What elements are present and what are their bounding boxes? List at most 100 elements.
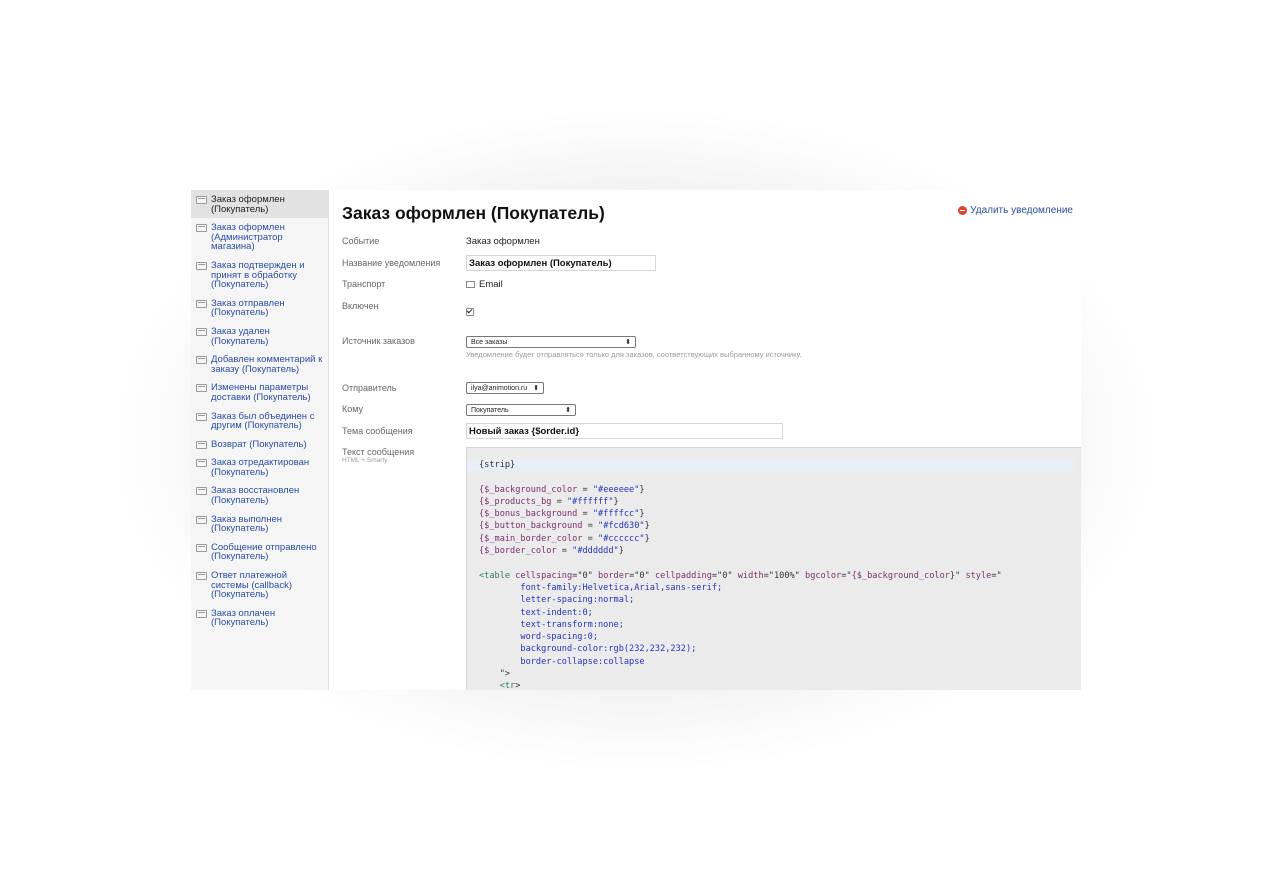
- enabled-row: Включен: [342, 301, 474, 321]
- sidebar-item[interactable]: Добавлен комментарий к заказу (Покупатель…: [191, 350, 328, 378]
- mail-icon: [196, 515, 207, 524]
- subject-input[interactable]: Новый заказ {$order.id}: [466, 423, 783, 439]
- transport-row: Транспорт Email: [342, 279, 503, 290]
- code-line: letter-spacing:normal;: [479, 595, 635, 606]
- sidebar-item[interactable]: Заказ оформлен (Администратор магазина): [191, 218, 328, 256]
- enabled-label: Включен: [342, 301, 379, 311]
- mail-icon: [196, 572, 207, 581]
- transport-text: Email: [479, 279, 503, 290]
- source-hint: Уведомление будет отправляться только дл…: [466, 350, 802, 359]
- code-line: {$_background_color = "#eeeeee"}: [479, 484, 645, 495]
- to-select-value: Покупатель: [471, 406, 509, 414]
- sidebar-item[interactable]: Ответ платежной системы (callback) (Покупа…: [191, 566, 328, 604]
- code-line: {$_button_background = "#fcd630"}: [479, 521, 650, 532]
- sidebar-item-label: Заказ оформлен (Покупатель): [211, 194, 285, 215]
- mail-icon: [466, 281, 475, 288]
- mail-icon: [196, 412, 207, 421]
- name-label: Название уведомления: [342, 258, 441, 268]
- sidebar-item-label: Добавлен комментарий к заказу (Покупатель…: [211, 354, 323, 375]
- sidebar-item[interactable]: Заказ подтвержден и принят в обработку (По…: [191, 256, 328, 294]
- sidebar-item[interactable]: Заказ удален (Покупатель): [191, 322, 328, 350]
- mail-icon: [196, 384, 207, 393]
- enabled-checkbox[interactable]: [466, 308, 474, 316]
- code-line: background-color:rgb(232,232,232);: [479, 644, 697, 655]
- mail-icon: [196, 543, 207, 552]
- subject-label: Тема сообщения: [342, 426, 413, 436]
- code-line: font-family:Helvetica,Arial,sans-serif;: [479, 582, 723, 593]
- mail-icon: [196, 609, 207, 618]
- sender-select-value: ilya@animotion.ru: [471, 384, 528, 392]
- sidebar-item-label: Заказ был объединен с другим (Покупатель): [211, 410, 315, 432]
- sidebar-item-label: Заказ подтвержден и принят в обработку (По…: [211, 259, 305, 291]
- code-line: text-transform:none;: [479, 619, 624, 630]
- mail-icon: [196, 299, 207, 308]
- sender-row: Отправитель ilya@animotion.ru ⬍: [342, 382, 544, 394]
- delete-notification-label: Удалить уведомление: [970, 205, 1073, 216]
- subject-row: Тема сообщения Новый заказ {$order.id}: [342, 423, 783, 439]
- mail-icon: [196, 440, 207, 449]
- sidebar-item[interactable]: Заказ отправлен (Покупатель): [191, 294, 328, 322]
- page-title: Заказ оформлен (Покупатель): [342, 203, 605, 223]
- source-label: Источник заказов: [342, 336, 415, 346]
- code-line: {$_bonus_background = "#ffffcc"}: [479, 509, 645, 520]
- code-editor[interactable]: {strip} {$_background_color = "#eeeeee"}{…: [466, 447, 1081, 690]
- code-line: ">: [479, 669, 511, 680]
- source-select[interactable]: Все заказы ⬍: [466, 336, 636, 348]
- delete-notification-link[interactable]: Удалить уведомление: [958, 205, 1073, 216]
- code-line: <table cellspacing="0" border="0" cellpa…: [479, 570, 1002, 581]
- mail-icon: [196, 487, 207, 496]
- sidebar-item-label: Заказ удален (Покупатель): [211, 325, 270, 347]
- sidebar-item-label: Заказ выполнен (Покупатель): [211, 513, 282, 535]
- to-row: Кому Покупатель ⬍: [342, 404, 576, 416]
- sidebar-item-label: Заказ восстановлен (Покупатель): [211, 485, 300, 507]
- mail-icon: [196, 224, 207, 233]
- mail-icon: [196, 356, 207, 365]
- main-panel: Заказ оформлен (Покупатель) Удалить увед…: [329, 190, 1081, 690]
- sidebar-item-label: Изменены параметры доставки (Покупатель): [211, 382, 311, 403]
- code-line: text-indent:0;: [479, 607, 593, 618]
- sidebar-item[interactable]: Заказ восстановлен (Покупатель): [191, 481, 328, 509]
- mail-icon: [196, 261, 207, 270]
- sender-select[interactable]: ilya@animotion.ru ⬍: [466, 382, 544, 394]
- code-line: {$_border_color = "#dddddd"}: [479, 546, 624, 557]
- body-row: Текст сообщения HTML + Smarty: [342, 447, 466, 464]
- mail-icon: [196, 459, 207, 468]
- sidebar-item-label: Заказ отправлен (Покупатель): [211, 297, 285, 319]
- to-select[interactable]: Покупатель ⬍: [466, 404, 576, 416]
- sidebar-item-label: Возврат (Покупатель): [211, 438, 307, 450]
- sidebar-item[interactable]: Изменены параметры доставки (Покупатель): [191, 378, 328, 406]
- sender-label: Отправитель: [342, 383, 397, 393]
- sidebar-item[interactable]: Возврат (Покупатель): [191, 435, 328, 454]
- delete-icon: [958, 206, 968, 215]
- app-window: Заказ оформлен (Покупатель) Заказ оформлен…: [191, 190, 1081, 690]
- sidebar-item[interactable]: Заказ оплачен (Покупатель): [191, 604, 328, 632]
- sidebar-item-label: Заказ оформлен (Администратор магазина): [211, 222, 285, 253]
- sidebar-item[interactable]: Заказ был объединен с другим (Покупатель): [191, 407, 328, 435]
- sidebar-item[interactable]: Сообщение отправлено (Покупатель): [191, 538, 328, 566]
- name-row: Название уведомления Заказ оформлен (Пок…: [342, 255, 656, 271]
- body-label: Текст сообщения: [342, 447, 415, 457]
- source-row: Источник заказов Все заказы ⬍ Уведомлени…: [342, 336, 802, 359]
- select-arrows-icon: ⬍: [533, 385, 539, 392]
- mail-icon: [196, 327, 207, 336]
- event-label: Событие: [342, 236, 380, 246]
- event-value: Заказ оформлен: [466, 236, 540, 247]
- sidebar: Заказ оформлен (Покупатель) Заказ оформлен…: [191, 190, 329, 690]
- select-arrows-icon: ⬍: [565, 407, 571, 414]
- source-select-value: Все заказы: [471, 338, 508, 346]
- select-arrows-icon: ⬍: [625, 339, 631, 346]
- body-sublabel: HTML + Smarty: [342, 457, 388, 464]
- transport-label: Транспорт: [342, 279, 386, 289]
- code-line: word-spacing:0;: [479, 632, 598, 643]
- transport-value: Email: [466, 279, 503, 290]
- sidebar-item[interactable]: Заказ оформлен (Покупатель): [191, 190, 328, 219]
- body-label-group: Текст сообщения HTML + Smarty: [342, 447, 466, 464]
- sidebar-item-label: Заказ оплачен (Покупатель): [211, 607, 276, 629]
- sidebar-item[interactable]: Заказ отредактирован (Покупатель): [191, 453, 328, 481]
- sidebar-item-label: Ответ платежной системы (callback) (Покупа…: [211, 570, 292, 601]
- to-label: Кому: [342, 404, 364, 414]
- sidebar-item[interactable]: Заказ выполнен (Покупатель): [191, 510, 328, 538]
- notification-name-input[interactable]: Заказ оформлен (Покупатель): [466, 255, 656, 271]
- event-row: Событие Заказ оформлен: [342, 236, 540, 247]
